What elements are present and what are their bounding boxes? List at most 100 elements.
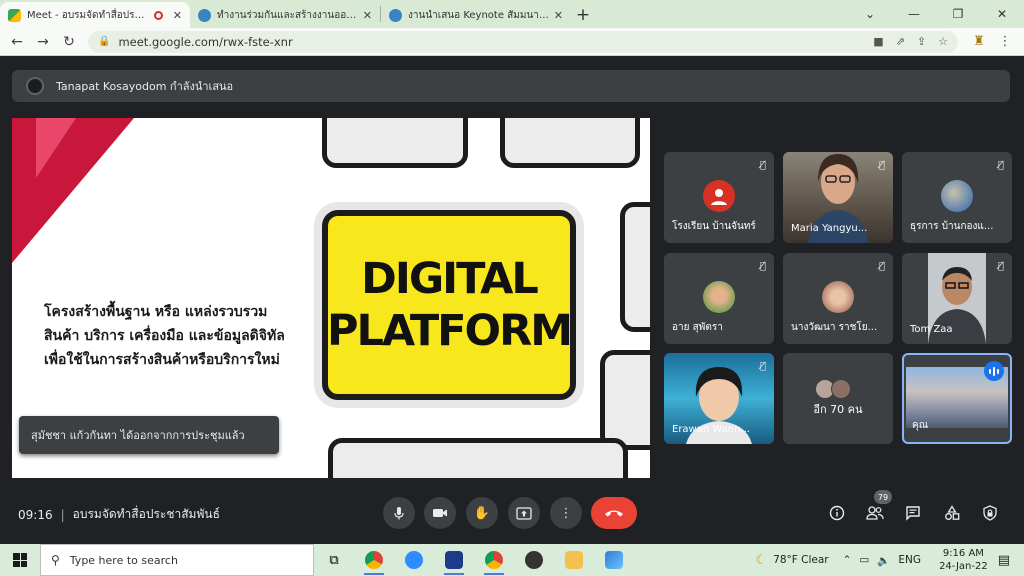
forward-arrow-icon[interactable]: → [30,29,56,55]
back-arrow-icon[interactable]: ← [4,29,30,55]
self-tile[interactable]: คุณ [902,353,1012,444]
extension-icon[interactable]: ♜ [966,34,992,49]
taskbar-obs[interactable] [514,544,554,576]
mic-muted-icon: 🎙̸ [759,160,766,171]
bookmark-star-icon[interactable]: ☆ [938,35,948,48]
presenter-banner: Tanapat Kosayodom กำลังนำเสนอ [12,70,1010,102]
slide-text-line: สินค้า บริการ เครื่องมือ และข้อมูลดิจิทั… [44,328,285,344]
host-controls-button[interactable] [977,500,1003,526]
chevron-up-icon[interactable]: ⌃ [843,554,852,566]
activities-icon [945,505,960,520]
close-window-icon[interactable]: ✕ [980,0,1024,28]
more-participants-tile[interactable]: อีก 70 คน [783,353,893,444]
system-tray: ☾ 78°F Clear ⌃ ▭ 🔈 ENG 9:16 AM 24-Jan-22… [756,544,1024,576]
tab-title: Meet - อบรมจัดทำสื่อประชาสัมพันธ์ [27,9,148,21]
tab-canva-1[interactable]: ทำงานร่วมกันและสร้างงานออกแบบกราฟิก ✕ [190,2,380,28]
participant-tile[interactable]: 🎙̸ โรงเรียน บ้านจันทร์ [664,152,774,243]
slide-pink-triangle [36,118,76,178]
notification-icon[interactable]: ▤ [998,553,1010,568]
keyboard-key [620,202,650,332]
present-now-button[interactable] [508,497,540,529]
toast-text: สุมัชชา แก้วกันทา ได้ออกจากการประชุมแล้ว [31,429,245,442]
more-participants-avatars [815,379,851,399]
hand-icon: ✋ [473,505,491,521]
camera-in-use-icon[interactable]: ■ [873,35,883,48]
close-tab-icon[interactable]: ✕ [554,9,563,22]
avatar [831,379,851,399]
activities-button[interactable] [939,500,965,526]
participant-tile[interactable]: 🎙̸ Maria Yangyu... [783,152,893,243]
taskbar-search-box[interactable]: ⚲ Type here to search [40,544,314,576]
network-icon[interactable]: ▭ [859,554,869,566]
participant-tile[interactable]: 🎙̸ Tom Zaa [902,253,1012,344]
keyboard-key [328,438,628,478]
omnibox-actions: ■ ⇗ ⇪ ☆ [873,35,948,48]
new-tab-button[interactable]: + [571,2,595,28]
taskbar-chrome[interactable] [354,544,394,576]
participant-name: Maria Yangyu... [791,223,868,234]
tab-search-icon[interactable]: ⌄ [848,0,892,28]
moon-icon: ☾ [755,552,768,568]
task-view-button[interactable]: ⧉ [314,544,354,576]
start-button[interactable] [0,544,40,576]
canva-favicon-icon [389,8,402,22]
avatar [941,180,973,212]
meeting-details-button[interactable] [824,500,850,526]
task-view-icon: ⧉ [329,552,339,568]
chat-icon [906,506,920,521]
participant-left-toast: สุมัชชา แก้วกันทา ได้ออกจากการประชุมแล้ว [19,416,279,454]
more-options-button[interactable]: ⋮ [550,497,582,529]
taskbar-zoom[interactable] [394,544,434,576]
participant-tile[interactable]: 🎙̸ นางวัฒนา ราชโย... [783,253,893,344]
taskbar-app[interactable] [434,544,474,576]
slide-text-line: โครงสร้างพื้นฐาน หรือ แหล่งรวบรวม [44,304,268,320]
restore-icon[interactable]: ❐ [936,0,980,28]
mic-muted-icon: 🎙̸ [878,261,885,272]
participant-tile[interactable]: 🎙̸ Erawan Wann... [664,353,774,444]
presenter-avatar [26,77,44,95]
chat-button[interactable] [900,500,926,526]
meeting-time: 09:16 [18,507,53,522]
obs-icon [525,551,543,569]
participant-tile[interactable]: 🎙̸ ธุรการ บ้านกองแ... [902,152,1012,243]
taskbar-clock[interactable]: 9:16 AM 24-Jan-22 [939,547,988,573]
more-vert-icon: ⋮ [559,505,573,521]
address-bar[interactable]: 🔒 meet.google.com/rwx-fste-xnr ■ ⇗ ⇪ ☆ [88,30,958,53]
mic-muted-icon: 🎙̸ [759,361,766,372]
mic-muted-icon: 🎙̸ [997,160,1004,171]
mic-button[interactable] [383,497,415,529]
participant-name: อาย สุพัตรา [672,322,723,333]
raise-hand-button[interactable]: ✋ [466,497,498,529]
person-icon [711,189,727,205]
recording-icon [153,10,163,20]
call-end-icon [605,510,623,517]
minimize-icon[interactable]: — [892,0,936,28]
videocam-icon [433,509,447,517]
leave-call-button[interactable] [591,497,637,529]
tab-canva-2[interactable]: งานนำเสนอ Keynote สัมมนาผ่านเว็บ ✕ [381,2,571,28]
meeting-info: 09:16 | อบรมจัดทำสื่อประชาสัมพันธ์ [18,505,220,524]
avatar [822,281,854,313]
avatar [703,281,735,313]
close-tab-icon[interactable]: ✕ [173,9,182,22]
tab-meet[interactable]: Meet - อบรมจัดทำสื่อประชาสัมพันธ์ ✕ [0,2,190,28]
keyboard-key [600,350,650,450]
taskbar-chrome-2[interactable] [474,544,514,576]
reload-icon[interactable]: ↻ [56,29,82,55]
taskbar-photos[interactable] [594,544,634,576]
volume-icon[interactable]: 🔈 [877,554,890,567]
lock-icon: 🔒 [98,36,111,47]
participant-count-badge: 79 [874,490,892,504]
camera-button[interactable] [424,497,456,529]
meeting-info-separator: | [60,507,65,522]
weather-widget[interactable]: ☾ 78°F Clear [756,553,829,568]
taskbar-file-explorer[interactable] [554,544,594,576]
menu-kebab-icon[interactable]: ⋮ [992,34,1018,49]
key-text-platform: PLATFORM [327,306,573,356]
keyboard-key [500,118,640,168]
participant-tile[interactable]: 🎙̸ อาย สุพัตรา [664,253,774,344]
language-indicator[interactable]: ENG [898,554,921,566]
close-tab-icon[interactable]: ✕ [363,9,372,22]
open-in-new-icon[interactable]: ⇗ [896,35,905,48]
share-icon[interactable]: ⇪ [917,35,926,48]
